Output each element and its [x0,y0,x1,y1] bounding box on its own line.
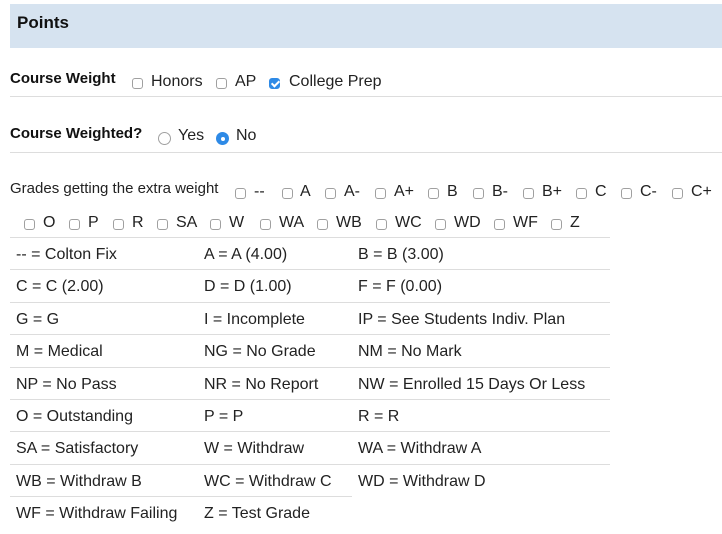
table-row: C = C (2.00) D = D (1.00) F = F (0.00) [10,269,610,301]
grade-checkbox-b-plus[interactable] [523,188,534,199]
legend-cell: R = R [358,407,400,425]
grade-checkbox-b-minus[interactable] [473,188,484,199]
grade-legend-table: -- = Colton Fix A = A (4.00) B = B (3.00… [10,237,610,529]
grade-label-wb[interactable]: WB [336,214,362,232]
grade-label-b-minus[interactable]: B- [492,183,508,201]
grade-label-p[interactable]: P [88,214,99,232]
legend-cell: IP = See Students Indiv. Plan [358,310,566,328]
ap-checkbox[interactable] [216,78,227,89]
legend-cell: B = B (3.00) [358,246,444,263]
grade-label-a-plus[interactable]: A+ [394,183,414,201]
yes-label[interactable]: Yes [178,127,204,145]
legend-cell: NR = No Report [204,375,319,393]
legend-cell: WA = Withdraw A [358,440,482,458]
legend-cell: F = F (0.00) [358,278,443,296]
grade-label-b-plus[interactable]: B+ [542,183,562,201]
grade-label-wa[interactable]: WA [279,214,304,232]
grade-label-dashdash[interactable]: -- [254,183,265,201]
legend-cell: NP = No Pass [16,375,117,393]
grade-checkbox-c[interactable] [576,188,587,199]
legend-cell: WB = Withdraw B [16,472,142,490]
grade-label-z[interactable]: Z [570,214,580,232]
grade-label-a-minus[interactable]: A- [344,183,360,201]
grade-checkbox-wa[interactable] [260,219,271,230]
grade-checkbox-dashdash[interactable] [235,188,246,199]
legend-cell: -- = Colton Fix [16,246,117,263]
legend-cell: WF = Withdraw Failing [16,505,178,523]
grade-checkbox-c-minus[interactable] [621,188,632,199]
no-label[interactable]: No [236,127,256,145]
grade-label-o[interactable]: O [43,214,55,232]
grade-checkbox-wd[interactable] [435,219,446,230]
table-row: -- = Colton Fix A = A (4.00) B = B (3.00… [10,237,610,269]
table-row: SA = Satisfactory W = Withdraw WA = With… [10,431,610,463]
table-row: G = G I = Incomplete IP = See Students I… [10,301,610,334]
grade-label-r[interactable]: R [132,214,144,232]
legend-cell: WD = Withdraw D [358,472,486,490]
table-row: WB = Withdraw B WC = Withdraw C WD = Wit… [10,463,610,496]
grade-checkbox-wc[interactable] [376,219,387,230]
grade-checkbox-wf[interactable] [494,219,505,230]
grade-label-c-plus[interactable]: C+ [691,183,712,201]
section-title: Points [17,13,69,32]
legend-cell: W = Withdraw [204,440,305,458]
course-weighted-row: Course Weighted? Yes No [10,116,722,153]
section-header: Points [10,4,722,48]
grade-label-sa[interactable]: SA [176,214,197,232]
college-prep-label[interactable]: College Prep [289,73,382,91]
grade-label-c[interactable]: C [595,183,607,201]
table-row: M = Medical NG = No Grade NM = No Mark [10,334,610,366]
legend-cell: NM = No Mark [358,343,462,361]
legend-cell: G = G [16,310,60,328]
course-weight-row: Course Weight Honors AP College Prep [10,62,722,97]
grade-checkbox-c-plus[interactable] [672,188,683,199]
grade-checkbox-w[interactable] [210,219,221,230]
honors-checkbox[interactable] [132,78,143,89]
legend-cell: D = D (1.00) [204,278,292,296]
table-row: NP = No Pass NR = No Report NW = Enrolle… [10,366,610,399]
extra-weight-label: Grades getting the extra weight [10,180,219,197]
ap-label[interactable]: AP [235,73,256,91]
grade-checkbox-p[interactable] [69,219,80,230]
grade-checkbox-wb[interactable] [317,219,328,230]
legend-cell: Z = Test Grade [204,505,310,523]
legend-cell: P = P [204,407,244,425]
legend-cell: I = Incomplete [204,310,305,328]
legend-cell: NG = No Grade [204,343,316,361]
grade-checkbox-a-plus[interactable] [375,188,386,199]
legend-cell: C = C (2.00) [16,278,104,296]
course-weighted-label: Course Weighted? [10,125,143,142]
grade-label-a[interactable]: A [300,183,311,201]
grade-label-w[interactable]: W [229,214,244,232]
grade-label-c-minus[interactable]: C- [640,183,657,201]
grade-checkbox-z[interactable] [551,219,562,230]
grade-checkbox-a-minus[interactable] [325,188,336,199]
grade-label-wf[interactable]: WF [513,214,538,232]
legend-cell: O = Outstanding [16,407,133,425]
grade-label-wc[interactable]: WC [395,214,422,232]
grade-checkbox-a[interactable] [282,188,293,199]
legend-cell: A = A (4.00) [204,246,288,263]
grade-checkbox-r[interactable] [113,219,124,230]
course-weight-label: Course Weight [10,70,116,87]
legend-cell: NW = Enrolled 15 Days Or Less [358,375,586,393]
yes-radio[interactable] [158,132,171,145]
table-row: WF = Withdraw Failing Z = Test Grade [10,496,352,528]
grade-checkbox-sa[interactable] [157,219,168,230]
legend-cell: M = Medical [16,343,103,361]
grade-checkbox-b[interactable] [428,188,439,199]
legend-cell: WC = Withdraw C [204,472,332,490]
no-radio[interactable] [216,132,229,145]
grade-checkbox-o[interactable] [24,219,35,230]
table-row: O = Outstanding P = P R = R [10,398,610,431]
honors-label[interactable]: Honors [151,73,203,91]
grade-label-wd[interactable]: WD [454,214,481,232]
college-prep-checkbox[interactable] [269,78,280,89]
legend-cell: SA = Satisfactory [16,440,139,458]
grade-label-b[interactable]: B [447,183,458,201]
